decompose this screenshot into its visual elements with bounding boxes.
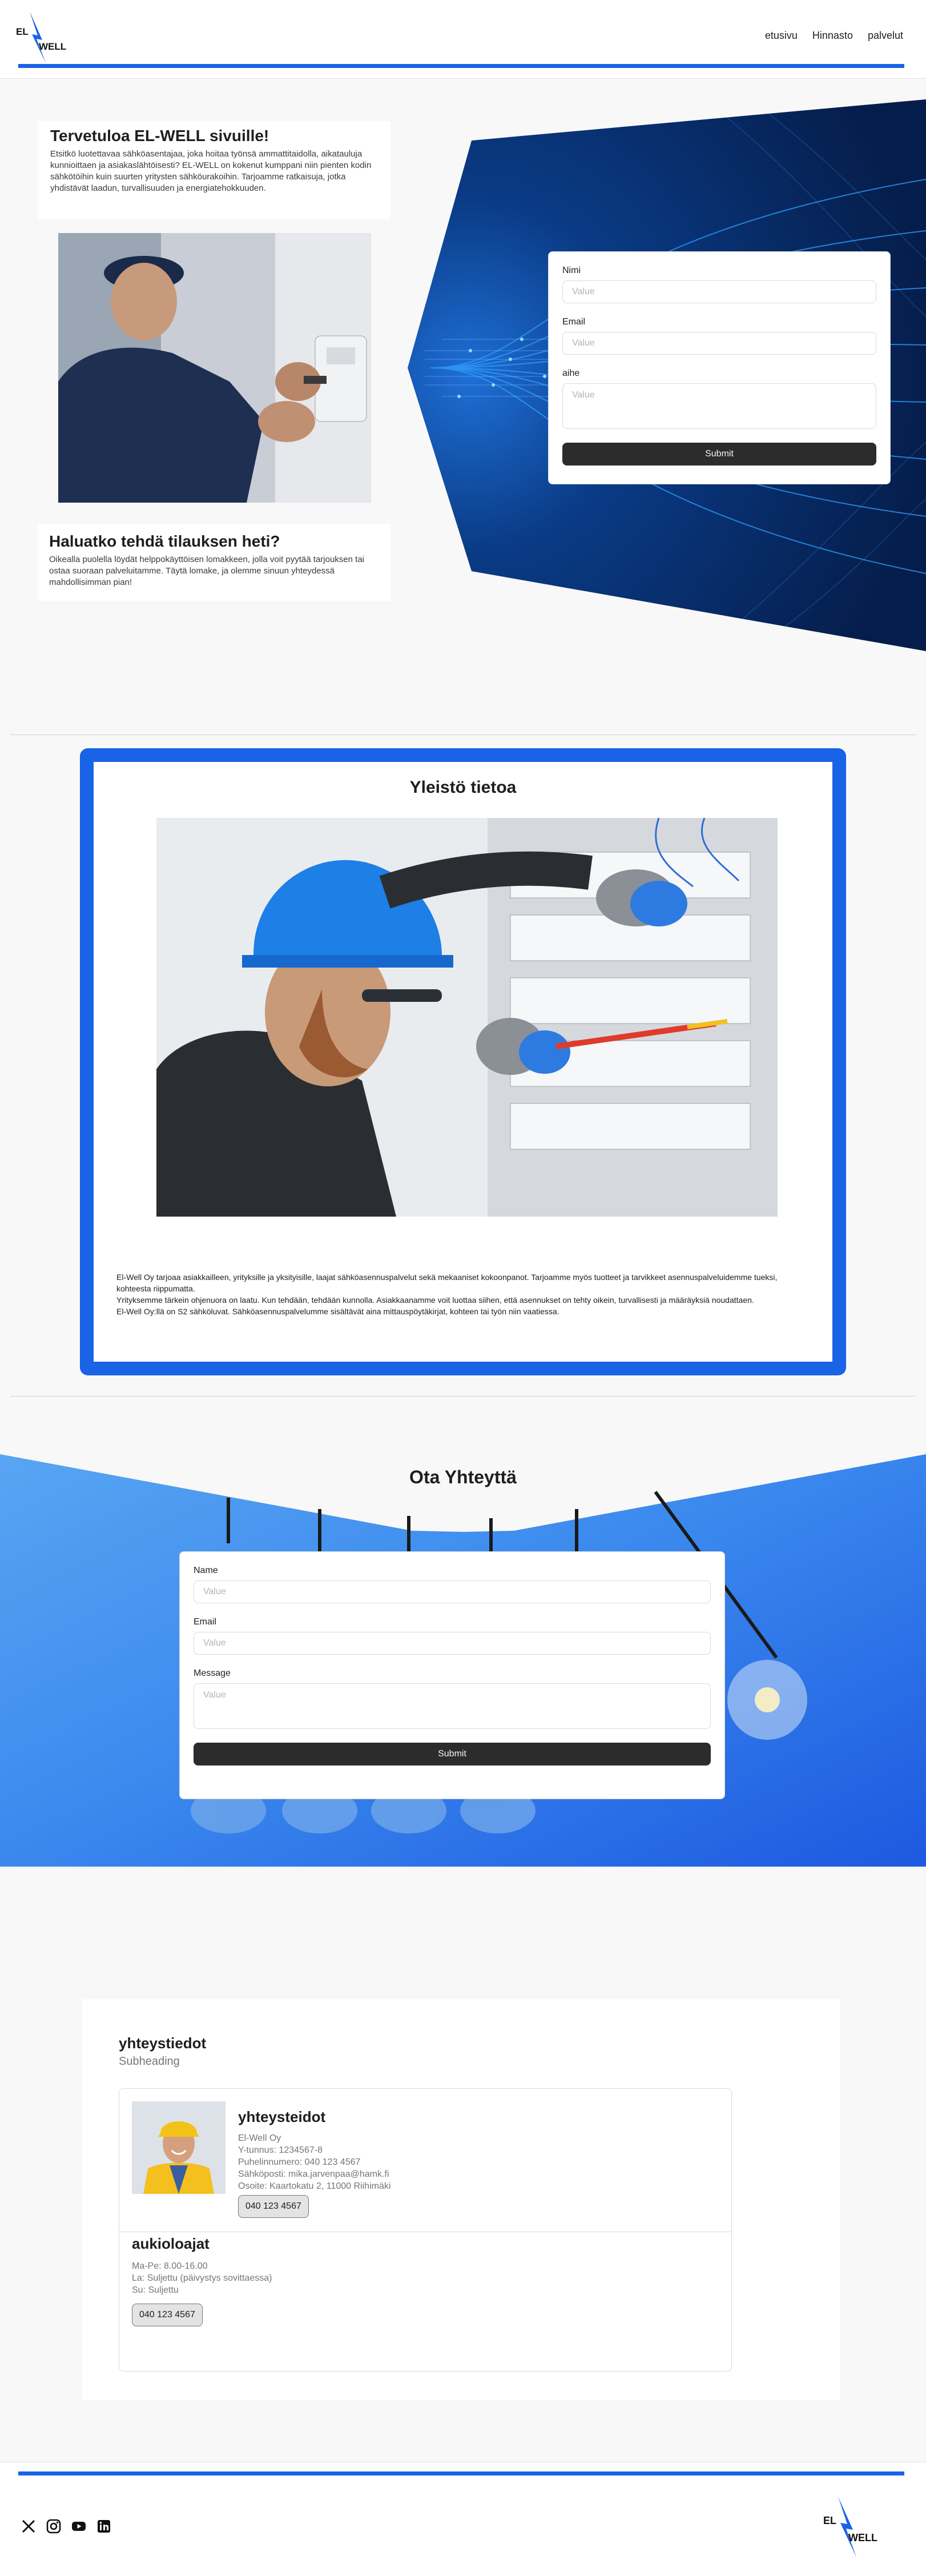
logo-text-el: EL xyxy=(16,26,29,37)
contact-message-textarea[interactable]: Value xyxy=(194,1683,711,1729)
order-title: Haluatko tehdä tilauksen heti? xyxy=(49,532,280,550)
section-divider-2 xyxy=(10,1396,916,1397)
hours-sunday: Su: Suljettu xyxy=(132,2285,179,2295)
opening-hours: Ma-Pe: 8.00-16.00 La: Suljettu (päivysty… xyxy=(132,2260,272,2296)
street-address: Osoite: Kaartokatu 2, 11000 Riihimäki xyxy=(238,2181,391,2191)
general-info-card: Yleistö tietoa El-Well Oy tarjoaa asiakk… xyxy=(94,762,832,1362)
welcome-card: Tervetuloa EL-WELL sivuille! Etsitkö luo… xyxy=(38,121,390,219)
email-input[interactable]: Value xyxy=(562,332,876,355)
logo-text-well: WELL xyxy=(39,41,67,52)
linkedin-icon[interactable] xyxy=(96,2518,112,2534)
name-input[interactable]: Value xyxy=(562,280,876,303)
contact-email-input[interactable]: Value xyxy=(194,1632,711,1655)
general-info-paragraph-3: El-Well Oy:llä on S2 sähköluvat. Sähköas… xyxy=(116,1307,559,1316)
footer-logo[interactable]: EL WELL xyxy=(822,2494,885,2558)
nav-link-hinnasto[interactable]: Hinnasto xyxy=(812,30,853,42)
worker-photo xyxy=(132,2101,226,2194)
phone-button[interactable]: 040 123 4567 xyxy=(238,2195,309,2218)
contact-title: Ota Yhteyttä xyxy=(409,1467,517,1487)
x-icon[interactable] xyxy=(21,2518,37,2534)
contact-name-label: Name xyxy=(194,1566,218,1575)
contact-form: Name Value Email Value Message Value Sub… xyxy=(179,1551,725,1799)
contact-info-section: yhteystiedot Subheading yhteysteidot El-… xyxy=(82,1999,840,2400)
order-text: Oikealla puolella löydät helppokäyttöise… xyxy=(49,555,364,587)
instagram-icon[interactable] xyxy=(46,2518,62,2534)
order-card: Haluatko tehdä tilauksen heti? Oikealla … xyxy=(38,524,390,601)
nav-link-etusivu[interactable]: etusivu xyxy=(765,30,798,42)
general-info-section: Yleistö tietoa El-Well Oy tarjoaa asiakk… xyxy=(80,748,846,1375)
name-label: Nimi xyxy=(562,266,581,275)
subject-textarea[interactable]: Value xyxy=(562,383,876,429)
footer-logo-text-well: WELL xyxy=(848,2532,877,2543)
contact-info-heading: yhteystiedot xyxy=(119,2035,207,2052)
order-form: Nimi Value Email Value aihe Value Submit xyxy=(548,251,891,484)
contact-info-card: yhteysteidot El-Well Oy Y-tunnus: 123456… xyxy=(119,2088,732,2372)
nav-link-palvelut[interactable]: palvelut xyxy=(868,30,903,42)
contact-name-input[interactable]: Value xyxy=(194,1580,711,1603)
subject-label: aihe xyxy=(562,368,580,378)
hours-weekdays: Ma-Pe: 8.00-16.00 xyxy=(132,2261,208,2271)
business-id: Y-tunnus: 1234567-8 xyxy=(238,2145,323,2155)
hours-phone-button[interactable]: 040 123 4567 xyxy=(132,2304,203,2326)
contact-info-subheading: Subheading xyxy=(119,2055,180,2068)
site-header: EL WELL etusivu Hinnasto palvelut xyxy=(0,0,926,79)
contact-email-label: Email xyxy=(194,1617,217,1627)
contact-message-label: Message xyxy=(194,1668,231,1678)
general-info-paragraph-2: Yrityksemme tärkein ohjenuora on laatu. … xyxy=(116,1295,754,1305)
opening-hours-title: aukioloajat xyxy=(132,2235,210,2252)
order-submit-button[interactable]: Submit xyxy=(562,443,876,466)
welcome-text: Etsitkö luotettavaa sähköasentajaa, joka… xyxy=(50,149,372,193)
electrician-meter-image xyxy=(58,233,371,503)
email-address: Sähköposti: mika.jarvenpaa@hamk.fi xyxy=(238,2169,389,2179)
contact-submit-button[interactable]: Submit xyxy=(194,1743,711,1766)
contact-card-title: yhteysteidot xyxy=(238,2108,326,2125)
main-nav: etusivu Hinnasto palvelut xyxy=(765,30,903,42)
footer-accent-bar xyxy=(18,2471,904,2475)
site-logo[interactable]: EL WELL xyxy=(15,9,72,64)
social-links xyxy=(21,2518,112,2534)
general-info-text: El-Well Oy tarjoaa asiakkailleen, yrityk… xyxy=(116,1271,810,1317)
site-footer: EL WELL xyxy=(0,2462,926,2576)
contact-details: El-Well Oy Y-tunnus: 1234567-8 Puhelinnu… xyxy=(238,2132,390,2192)
general-info-title: Yleistö tietoa xyxy=(409,778,517,797)
header-accent-bar xyxy=(18,64,904,68)
welcome-title: Tervetuloa EL-WELL sivuille! xyxy=(50,127,269,145)
phone-number: Puhelinnumero: 040 123 4567 xyxy=(238,2157,361,2167)
hours-saturday: La: Suljettu (päivystys sovittaessa) xyxy=(132,2273,272,2283)
youtube-icon[interactable] xyxy=(71,2518,87,2534)
company-name: El-Well Oy xyxy=(238,2133,281,2143)
electrician-panel-image xyxy=(156,818,778,1217)
general-info-paragraph-1: El-Well Oy tarjoaa asiakkailleen, yrityk… xyxy=(116,1273,778,1293)
footer-logo-text-el: EL xyxy=(823,2515,837,2526)
email-label: Email xyxy=(562,317,586,327)
contact-section: Ota Yhteyttä Name Value Email Value Mess… xyxy=(0,1418,926,1867)
